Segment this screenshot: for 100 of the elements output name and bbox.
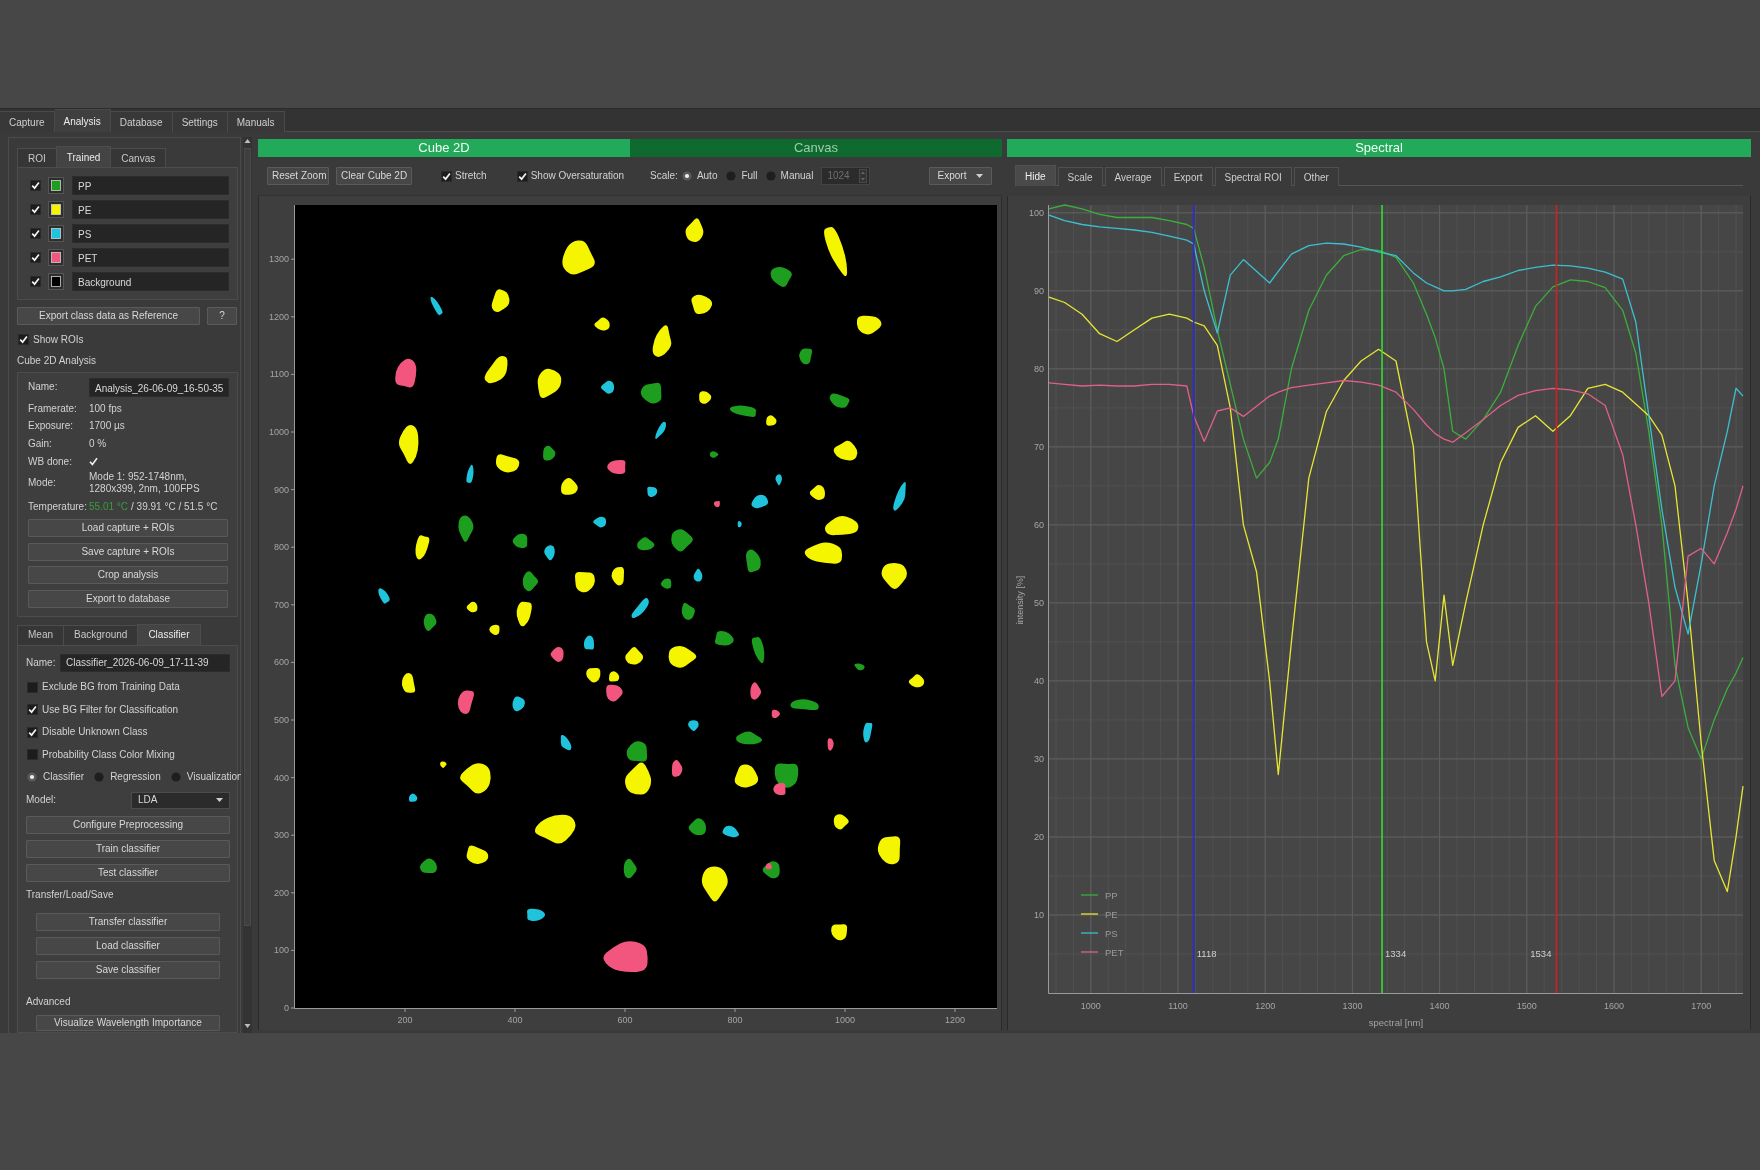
action-button[interactable]: Export to database (28, 589, 228, 608)
action-button[interactable]: Transfer classifier (36, 913, 220, 931)
checkbox-label: Stretch (455, 170, 487, 182)
checkbox[interactable] (30, 228, 41, 239)
tab[interactable]: Canvas (630, 139, 1002, 157)
checkbox[interactable] (30, 252, 41, 263)
axis-tick-label: 1400 (1429, 1001, 1450, 1011)
checkbox-label: Exclude BG from Training Data (42, 681, 180, 694)
radio-label: Manual (780, 170, 814, 182)
legend-label: PE (1105, 908, 1118, 920)
action-button[interactable]: Test classifier (26, 864, 230, 882)
tab[interactable]: Export (1163, 167, 1213, 186)
axis-tick-label: 90 (1034, 285, 1044, 296)
scrollbar-track[interactable] (243, 137, 252, 1033)
axis-tick-label: 70 (1034, 441, 1044, 452)
toolbar-button[interactable]: Clear Cube 2D (336, 167, 412, 185)
checkbox[interactable] (27, 704, 38, 716)
name-field[interactable]: Classifier_2026-06-09_17-11-39 (60, 653, 230, 672)
action-button[interactable]: Save classifier (36, 961, 220, 979)
axis-tick-label: 700 (273, 599, 289, 610)
radio-button[interactable] (726, 171, 737, 181)
tab[interactable]: Hide (1015, 165, 1056, 186)
action-button[interactable]: Load classifier (36, 937, 220, 955)
action-button[interactable]: Configure Preprocessing (26, 816, 230, 834)
tab[interactable]: Spectral ROI (1214, 167, 1292, 186)
checkbox[interactable] (27, 681, 38, 693)
scroll-up-icon[interactable] (243, 137, 252, 145)
checkbox[interactable] (441, 170, 452, 182)
axis-tick-label: 600 (617, 1015, 633, 1025)
tab[interactable]: Settings (172, 111, 228, 132)
tab[interactable]: Canvas (110, 148, 167, 167)
axis-tick-label: 400 (273, 772, 289, 783)
name-field[interactable]: Analysis_26-06-09_16-50-35 (89, 377, 230, 397)
export-dropdown-button[interactable]: Export (929, 167, 992, 185)
class-name-field[interactable]: PE (72, 200, 229, 219)
spin-arrows-icon (859, 169, 868, 183)
tab[interactable]: Database (110, 111, 173, 132)
axis-tick-label: 1200 (1255, 1001, 1276, 1011)
axis-tick-label: 300 (273, 830, 289, 841)
color-swatch-icon[interactable] (48, 249, 64, 266)
axis-tick-label: 50 (1034, 597, 1044, 608)
class-name-field[interactable]: PP (72, 176, 229, 195)
action-button[interactable]: Save capture + ROIs (28, 542, 228, 561)
field-label: Mode: (28, 476, 56, 488)
axis-title: spectral [nm] (1368, 1017, 1424, 1028)
section-title: Advanced (26, 995, 71, 1009)
axis-tick-label: 80 (1034, 363, 1044, 374)
toolbar-button[interactable]: Reset Zoom (267, 167, 329, 185)
class-name-field[interactable]: PET (72, 248, 229, 267)
checkbox-label: Show ROIs (33, 333, 84, 346)
radio-button[interactable] (94, 772, 105, 783)
legend-line-icon (1080, 894, 1099, 896)
tab[interactable]: Capture (0, 111, 55, 132)
class-name-field[interactable]: PS (72, 224, 229, 243)
checkbox[interactable] (30, 204, 41, 215)
legend-label: PET (1105, 946, 1124, 958)
action-button[interactable]: Load capture + ROIs (28, 519, 228, 538)
radio-label: Classifier (43, 771, 85, 784)
tab[interactable]: Analysis (54, 109, 111, 132)
checkbox[interactable] (27, 749, 38, 761)
color-swatch-icon[interactable] (48, 201, 64, 218)
model-select[interactable]: LDA (131, 791, 230, 809)
class-name-field[interactable]: Background (72, 272, 229, 291)
radio-button[interactable] (765, 171, 776, 181)
color-swatch-icon[interactable] (48, 225, 64, 242)
tab[interactable]: Other (1293, 167, 1339, 186)
checkbox[interactable] (18, 334, 29, 346)
legend-label: PS (1105, 927, 1118, 939)
action-button[interactable]: Visualize Wavelength Importance (36, 1015, 220, 1031)
radio-label: Auto (696, 170, 718, 182)
color-swatch-icon[interactable] (48, 177, 64, 194)
tab[interactable]: Classifier (137, 623, 201, 645)
axis-tick-label: 1100 (1168, 1001, 1188, 1011)
section-title: Cube 2D Analysis (17, 353, 96, 368)
temperature-reading: / 39.91 °C / 51.5 °C (131, 501, 218, 514)
axis-tick-label: 1300 (268, 254, 289, 265)
tab[interactable]: Mean (17, 624, 64, 645)
action-button[interactable]: Train classifier (26, 840, 230, 858)
temperature-reading: 55.01 °C (89, 501, 129, 514)
radio-button[interactable] (170, 772, 181, 783)
checkbox[interactable] (27, 726, 38, 738)
checkbox[interactable] (516, 170, 528, 182)
tab[interactable]: Background (63, 624, 139, 645)
tab[interactable]: Scale (1057, 167, 1103, 186)
scroll-down-icon[interactable] (243, 1022, 252, 1030)
tab[interactable]: Trained (55, 146, 112, 167)
tab[interactable]: Average (1104, 167, 1162, 186)
tab[interactable]: ROI (17, 148, 57, 167)
radio-button[interactable] (681, 171, 692, 181)
legend-line-icon (1080, 951, 1099, 953)
legend-line-icon (1080, 913, 1099, 915)
color-swatch-icon[interactable] (48, 273, 64, 290)
export-button[interactable]: Export class data as Reference (17, 307, 200, 325)
help-button[interactable]: ? (207, 307, 237, 325)
checkbox[interactable] (30, 180, 41, 191)
action-button[interactable]: Crop analysis (28, 566, 228, 585)
axis-tick-label: 20 (1034, 831, 1044, 842)
radio-button[interactable] (27, 772, 37, 783)
tab[interactable]: Manuals (227, 111, 285, 132)
checkbox[interactable] (30, 276, 41, 287)
